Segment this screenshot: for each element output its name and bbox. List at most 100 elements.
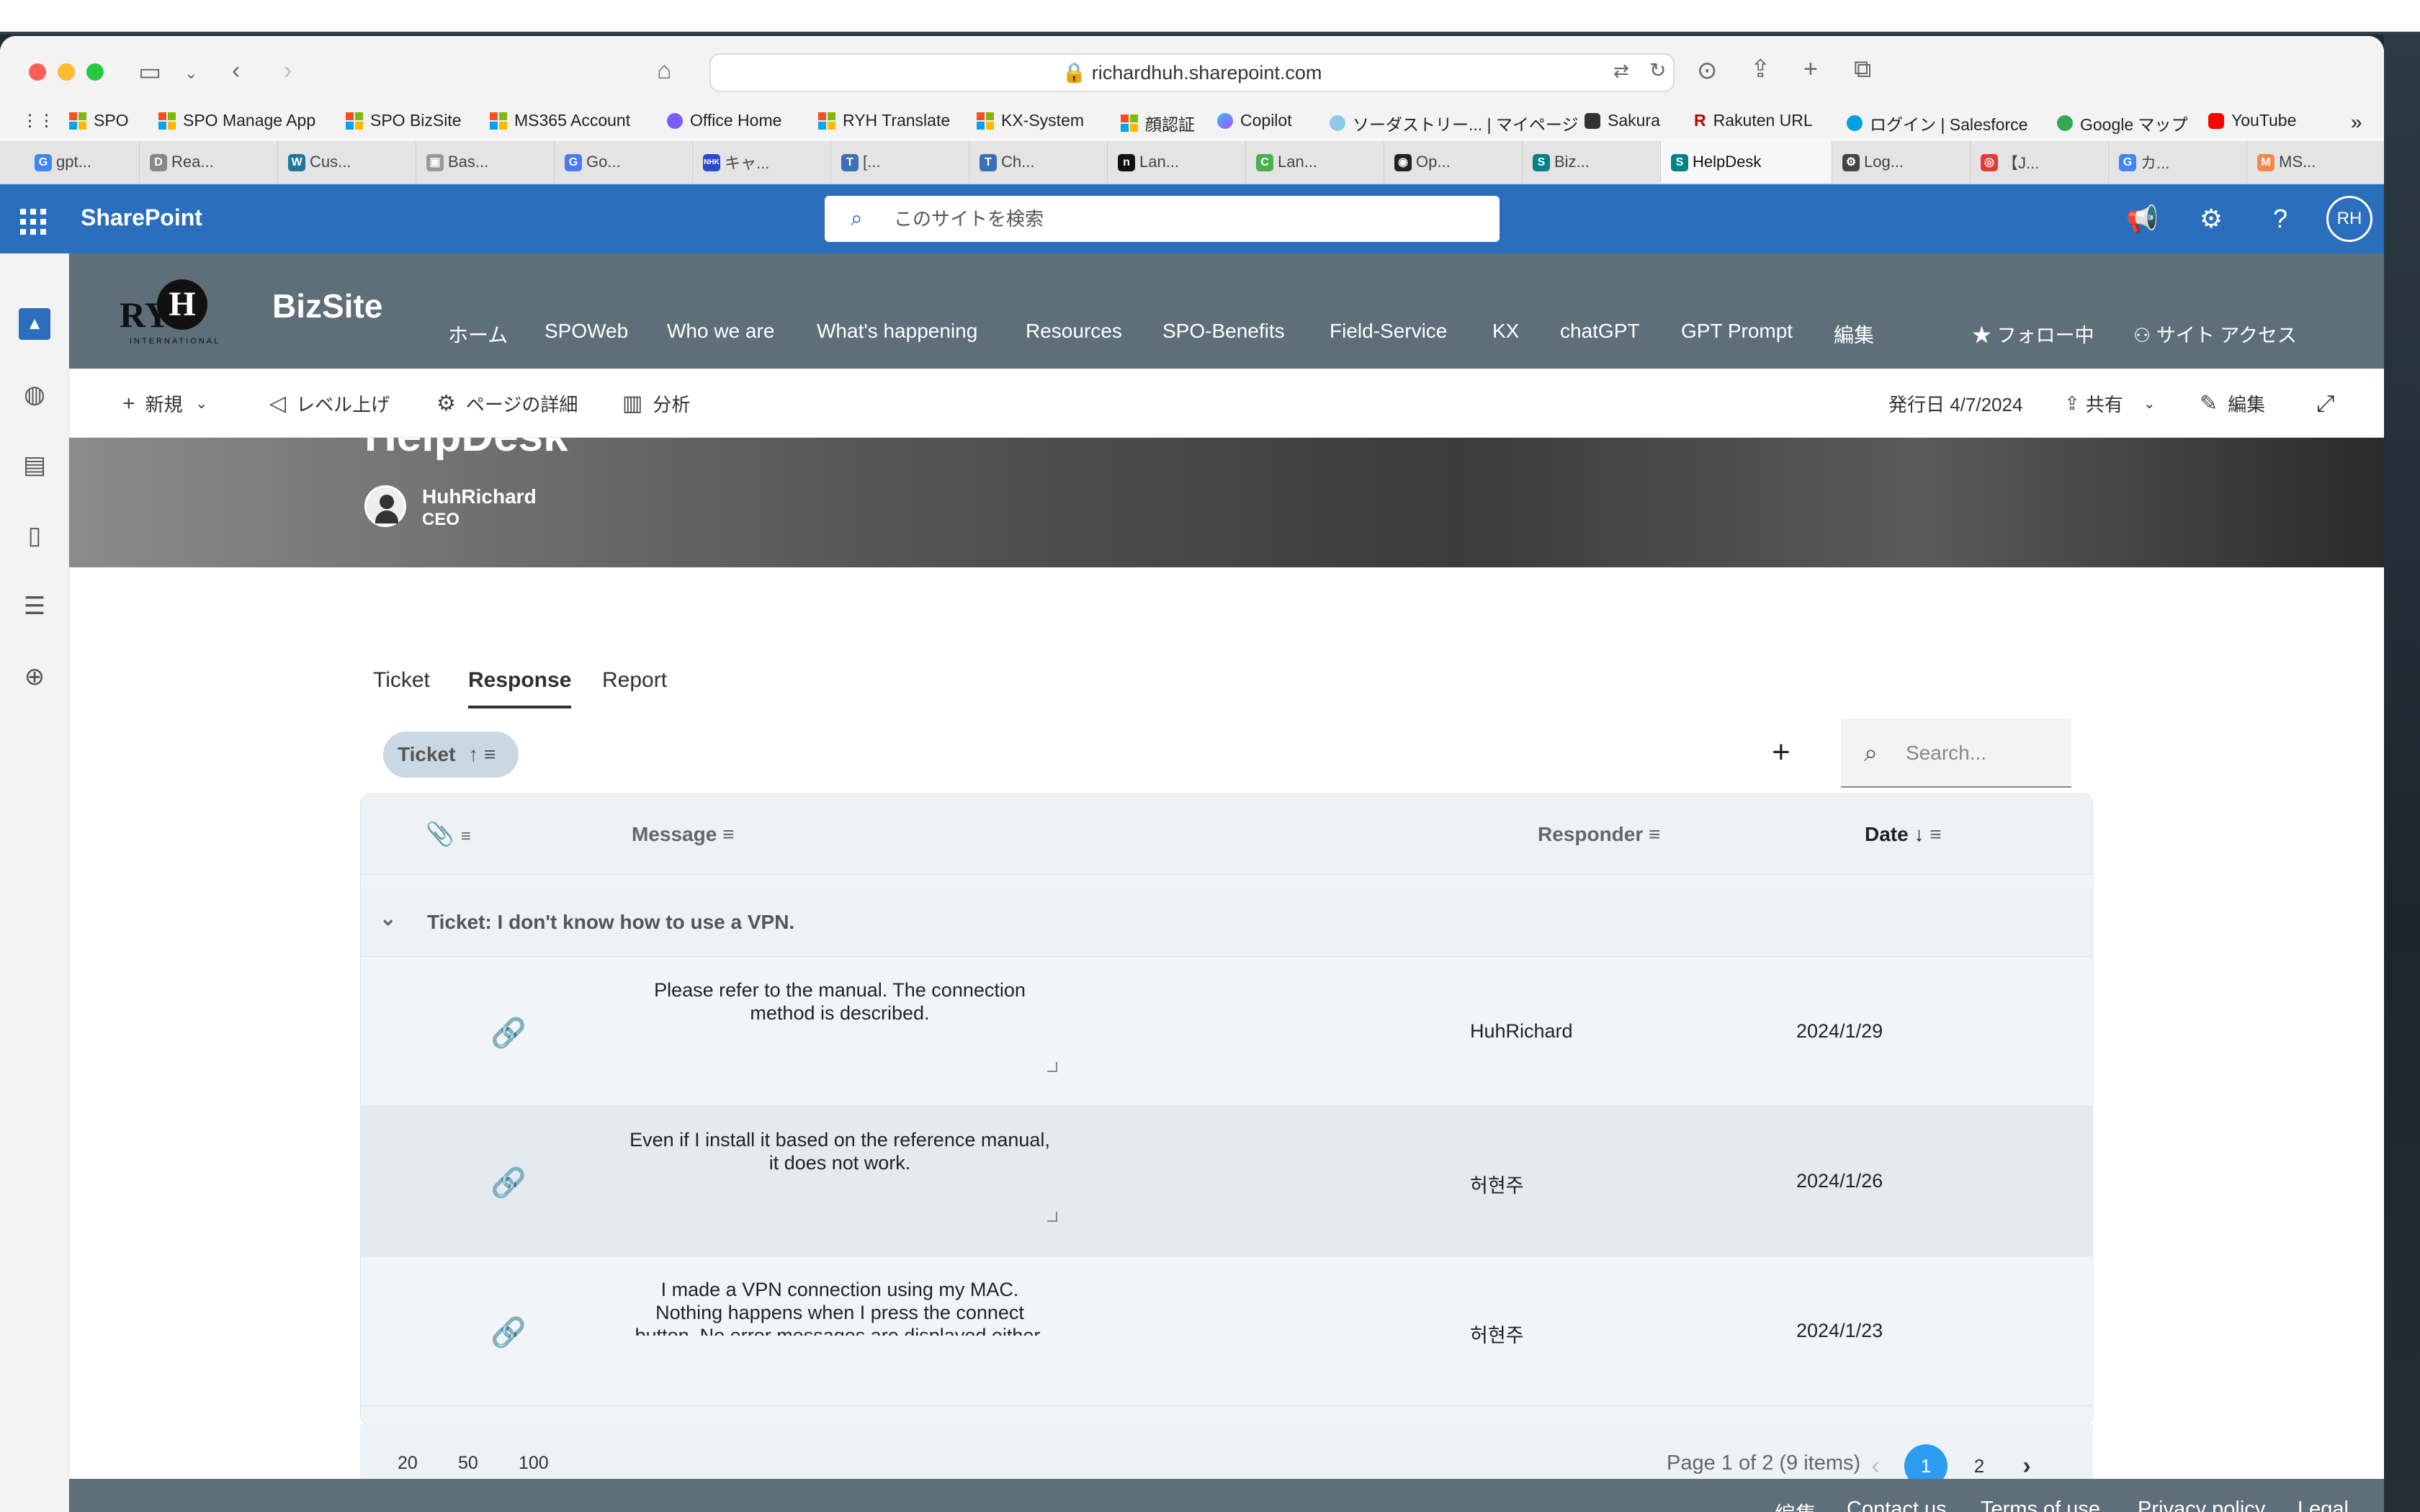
new-tab-icon[interactable]: + [1803,55,1818,84]
promote-button[interactable]: ◁ レベル上げ [269,390,390,417]
nav-item-spoweb[interactable]: SPOWeb [544,320,628,343]
site-home-icon[interactable]: ▲ [19,308,50,340]
bookmark-google-maps[interactable]: Google マップ [2057,111,2188,135]
footer-privacy-link[interactable]: Privacy policy [2138,1498,2265,1512]
link-icon[interactable]: 🔗 [490,1016,526,1050]
attachment-column-header[interactable]: 📎 ≡ [426,820,471,847]
link-icon[interactable]: 🔗 [490,1166,526,1200]
author-avatar[interactable] [364,485,406,527]
message-cell[interactable]: Please refer to the manual. The connecti… [627,978,1052,1076]
nav-item-home[interactable]: ホーム [448,320,508,348]
browser-tab[interactable]: M MS... [2247,141,2384,183]
news-icon[interactable]: ▤ [19,449,50,481]
browser-tab[interactable]: T Ch... [969,141,1108,183]
browser-tab[interactable]: ⚙ Log... [1832,141,1971,183]
bookmark-spo-bizsite[interactable]: SPO BizSite [346,111,462,130]
close-window-button[interactable] [29,63,46,81]
site-name[interactable]: BizSite [272,287,382,325]
share-button[interactable]: ⇪ 共有 ⌄ [2064,390,2156,417]
grid-search-input[interactable]: ⌕ Search... [1841,719,2071,788]
browser-tab[interactable]: n Lan... [1108,141,1246,183]
page-details-button[interactable]: ⚙ ページの詳細 [436,390,578,417]
browser-tab[interactable]: S Biz... [1523,141,1661,183]
back-icon[interactable]: ‹ [232,56,240,85]
link-icon[interactable]: 🔗 [490,1315,526,1349]
document-icon[interactable]: ▯ [19,520,50,552]
page-size-50[interactable]: 50 [458,1453,478,1474]
tab-ticket[interactable]: Ticket [373,668,430,693]
nav-item-spo-benefits[interactable]: SPO-Benefits [1162,320,1285,343]
browser-tab[interactable]: G Go... [555,141,693,183]
nav-item-field-service[interactable]: Field-Service [1330,320,1447,343]
sharepoint-app-name[interactable]: SharePoint [81,204,202,231]
page-size-20[interactable]: 20 [398,1453,418,1474]
home-icon[interactable]: ⌂ [657,56,672,85]
add-item-button[interactable]: + [1772,734,1791,770]
footer-edit-link[interactable]: 編集 [1775,1498,1816,1512]
globe-icon[interactable]: ◍ [19,379,50,410]
follow-button[interactable]: ★ フォロー中 [1972,320,2094,348]
more-bookmarks-icon[interactable]: » [2351,111,2362,134]
bookmark-kx-system[interactable]: KX-System [977,111,1084,130]
author-name[interactable]: HuhRichard [422,485,537,508]
message-column-header[interactable]: Message ≡ [632,823,734,846]
browser-tab[interactable]: T [... [831,141,969,183]
bookmark-office-home[interactable]: Office Home [667,111,781,130]
browser-tab-active[interactable]: S HelpDesk [1661,141,1832,183]
nav-item-who-we-are[interactable]: Who we are [667,320,774,343]
bookmark-ryh-translate[interactable]: RYH Translate [818,111,950,130]
minimize-window-button[interactable] [58,63,75,81]
edit-button[interactable]: ✎ 編集 [2200,390,2265,417]
responder-column-header[interactable]: Responder ≡ [1538,823,1660,846]
sidebar-toggle-icon[interactable]: ▭ [138,58,161,86]
translate-icon[interactable]: ⇄ [1613,56,1629,85]
browser-tab[interactable]: ▣ Bas... [416,141,555,183]
user-avatar[interactable]: RH [2326,196,2372,242]
nav-item-resources[interactable]: Resources [1026,320,1122,343]
footer-legal-link[interactable]: Legal [2298,1498,2349,1512]
page-size-100[interactable]: 100 [519,1453,549,1474]
site-access-button[interactable]: ⚇ サイト アクセス [2133,320,2297,348]
bookmark-sakura[interactable]: Sakura [1585,111,1660,130]
gear-icon[interactable]: ⚙ [2195,203,2227,235]
help-icon[interactable]: ? [2264,203,2296,235]
bookmark-spo[interactable]: SPO [69,111,129,130]
resize-handle-icon[interactable] [1047,1212,1057,1222]
tab-response[interactable]: Response [468,668,572,708]
browser-tab[interactable]: NHK キャ... [693,141,831,183]
tab-overview-icon[interactable]: ⧉ [1854,55,1871,84]
bookmark-spo-manage-app[interactable]: SPO Manage App [158,111,315,130]
tab-report[interactable]: Report [602,668,667,693]
message-cell[interactable]: I made a VPN connection using my MAC. No… [627,1278,1052,1336]
bookmark-rakuten-url[interactable]: R Rakuten URL [1694,111,1813,130]
new-button[interactable]: + 新規 ⌄ [122,390,207,417]
app-launcher-icon[interactable] [20,209,46,235]
nav-item-kx[interactable]: KX [1492,320,1519,343]
browser-tab[interactable]: C Lan... [1246,141,1384,183]
analytics-button[interactable]: ▥ 分析 [622,390,690,417]
address-bar[interactable]: 🔒 richardhuh.sharepoint.com [709,53,1675,92]
browser-tab[interactable]: G カ... [2109,141,2247,183]
browser-tab[interactable]: D Rea... [140,141,278,183]
resize-handle-icon[interactable] [1047,1062,1057,1072]
table-row[interactable]: 🔗 Even if I install it based on the refe… [361,1107,2092,1256]
bookmark-salesforce[interactable]: ログイン | Salesforce [1847,111,2027,135]
apps-grid-icon[interactable]: ⋮⋮ [22,111,55,130]
download-icon[interactable]: ⊙ [1697,56,1718,85]
group-by-chip[interactable]: Ticket ↑ ≡ [383,732,519,778]
nav-item-whats-happening[interactable]: What's happening [817,320,977,343]
browser-tab[interactable]: ◎ 【J... [1971,141,2109,183]
zoom-window-button[interactable] [86,63,104,81]
bookmark-ms365-account[interactable]: MS365 Account [490,111,630,130]
nav-item-edit[interactable]: 編集 [1834,320,1874,348]
add-circle-icon[interactable]: ⊕ [19,661,50,693]
chevron-down-icon[interactable]: ⌄ [380,906,396,930]
table-row[interactable]: 🔗 Please refer to the manual. The connec… [361,957,2092,1107]
site-search-input[interactable]: ⌕ このサイトを検索 [825,196,1500,242]
site-logo[interactable]: RY H INTERNATIONAL [120,279,228,346]
browser-tab[interactable]: ◉ Op... [1384,141,1523,183]
footer-terms-link[interactable]: Terms of use [1981,1498,2100,1512]
bookmark-youtube[interactable]: YouTube [2208,111,2296,130]
group-row[interactable]: ⌄ Ticket: I don't know how to use a VPN. [361,888,2092,957]
bookmark-face-auth[interactable]: 顔認証 [1121,111,1195,135]
